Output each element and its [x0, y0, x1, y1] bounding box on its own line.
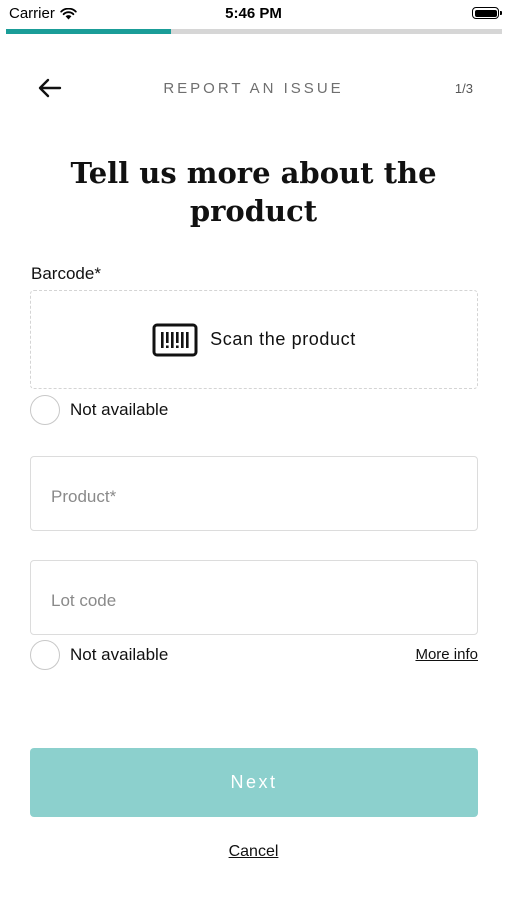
lot-code-not-available-label: Not available: [70, 645, 169, 664]
product-input[interactable]: [31, 457, 477, 530]
page-title: Tell us more about the product: [70, 156, 437, 228]
status-time: 5:46 PM: [225, 5, 282, 22]
barcode-not-available-label: Not available: [70, 400, 169, 419]
next-button[interactable]: Next: [30, 748, 478, 817]
barcode-icon: [152, 323, 198, 356]
more-info-link[interactable]: More info: [415, 646, 478, 663]
lot-code-field[interactable]: [30, 560, 478, 635]
radio-circle[interactable]: [30, 395, 60, 425]
scan-product-button[interactable]: Scan the product: [30, 290, 478, 389]
step-counter: 1/3: [454, 81, 473, 96]
progress-bar: [6, 29, 502, 34]
lot-code-not-available-checkbox[interactable]: Not available: [30, 640, 168, 670]
product-field[interactable]: [30, 456, 478, 531]
barcode-not-available-checkbox[interactable]: Not available: [30, 395, 168, 425]
scan-product-label: Scan the product: [210, 329, 356, 349]
lot-code-input[interactable]: [31, 561, 477, 634]
status-bar: Carrier 5:46 PM: [0, 0, 507, 28]
barcode-label: Barcode*: [31, 264, 101, 283]
progress-fill: [6, 29, 172, 34]
battery-icon: [472, 7, 502, 19]
header-title: REPORT AN ISSUE: [163, 80, 344, 97]
cancel-link[interactable]: Cancel: [229, 843, 279, 860]
radio-circle[interactable]: [30, 640, 60, 670]
cancel-row: Cancel: [0, 843, 507, 861]
